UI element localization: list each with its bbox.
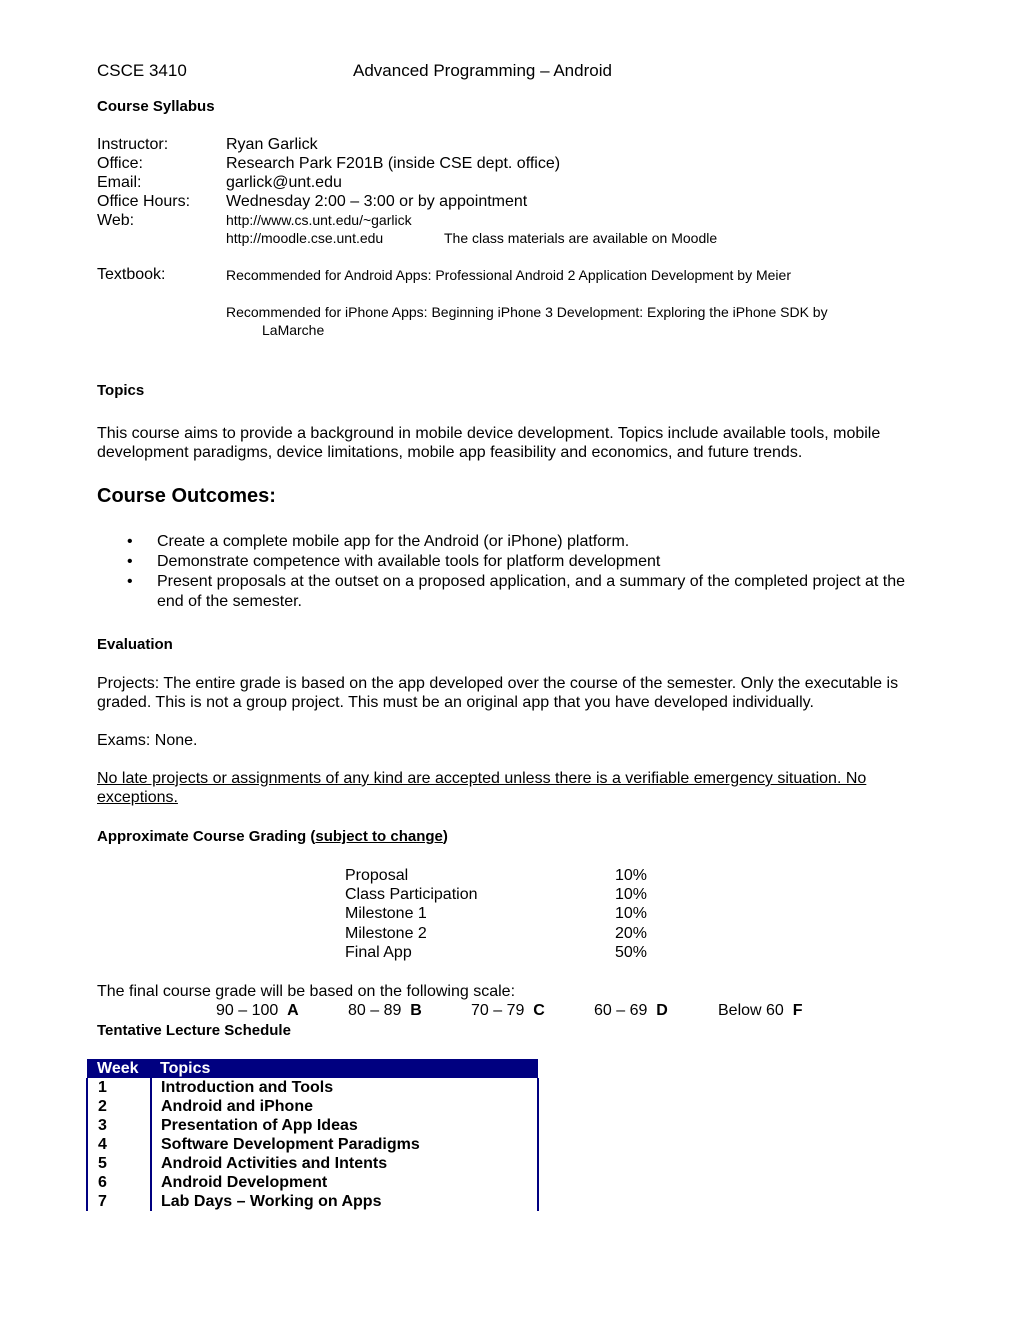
table-row: 7 Lab Days – Working on Apps — [86, 1192, 539, 1211]
office-value: Research Park F201B (inside CSE dept. of… — [226, 155, 561, 172]
scale-letter: D — [656, 1002, 668, 1019]
topic-cell: Android Activities and Intents — [150, 1154, 539, 1173]
schedule-table: Week Topics 1 Introduction and Tools 2 A… — [86, 1059, 539, 1211]
bullet-icon: • — [127, 553, 133, 570]
scale-range: 80 – 89 — [348, 1002, 402, 1019]
table-row: 4 Software Development Paradigms — [86, 1135, 539, 1154]
list-item: • Demonstrate competence with available … — [127, 552, 927, 572]
web-note: The class materials are available on Moo… — [444, 230, 718, 246]
topic-cell: Software Development Paradigms — [150, 1135, 539, 1154]
textbook-iphone-line2: LaMarche — [262, 322, 325, 338]
scale-item: Below 60 F — [718, 1002, 803, 1020]
week-cell: 2 — [86, 1097, 152, 1116]
grading-row: Milestone 1 10% — [345, 904, 655, 923]
week-cell: 1 — [86, 1078, 152, 1097]
grading-item-percent: 10% — [615, 886, 648, 904]
instructor-label: Instructor: — [97, 136, 169, 153]
grading-item-percent: 10% — [615, 867, 648, 884]
scale-item: 80 – 89 B — [348, 1002, 422, 1020]
scale-letter: A — [287, 1002, 299, 1019]
scale-range: 60 – 69 — [594, 1002, 648, 1019]
list-item: • Create a complete mobile app for the A… — [127, 532, 927, 552]
grading-item-percent: 10% — [615, 905, 648, 923]
evaluation-heading: Evaluation — [97, 636, 173, 653]
week-cell: 6 — [86, 1173, 152, 1192]
grading-row: Final App 50% — [345, 943, 655, 962]
list-item: • Present proposals at the outset on a p… — [127, 572, 927, 612]
textbook-android: Recommended for Android Apps: Profession… — [226, 267, 791, 283]
bullet-icon: • — [127, 533, 133, 550]
office-label: Office: — [97, 155, 143, 172]
scale-letter: C — [533, 1002, 545, 1019]
evaluation-projects: Projects: The entire grade is based on t… — [97, 675, 899, 711]
bullet-icon: • — [127, 573, 133, 590]
table-row: 5 Android Activities and Intents — [86, 1154, 539, 1173]
grading-row: Milestone 2 20% — [345, 924, 655, 943]
scale-range: Below 60 — [718, 1002, 784, 1019]
table-row: 6 Android Development — [86, 1173, 539, 1192]
web-link-personal[interactable]: http://www.cs.unt.edu/~garlick — [226, 212, 412, 228]
week-cell: 5 — [86, 1154, 152, 1173]
topic-cell: Android Development — [150, 1173, 539, 1192]
week-cell: 3 — [86, 1116, 152, 1135]
scale-letter: B — [410, 1002, 422, 1019]
scale-range: 90 – 100 — [216, 1002, 279, 1019]
scale-item: 70 – 79 C — [471, 1002, 545, 1020]
grading-heading-prefix: Approximate Course Grading ( — [97, 828, 316, 845]
grading-item-percent: 50% — [615, 943, 648, 961]
grading-row: Proposal 10% — [345, 866, 655, 885]
grading-item-name: Class Participation — [345, 886, 478, 904]
web-link-moodle[interactable]: http://moodle.cse.unt.edu — [226, 230, 383, 246]
course-code: CSCE 3410 — [97, 61, 187, 80]
week-cell: 4 — [86, 1135, 152, 1154]
scale-item: 60 – 69 D — [594, 1002, 668, 1020]
grading-breakdown: Proposal 10% Class Participation 10% Mil… — [345, 866, 655, 962]
page-subtitle: Course Syllabus — [97, 98, 215, 115]
table-row: 2 Android and iPhone — [86, 1097, 539, 1116]
topics-heading: Topics — [97, 382, 145, 399]
textbook-label: Textbook: — [97, 266, 166, 283]
topics-body: This course aims to provide a background… — [97, 425, 881, 461]
scale-range: 70 – 79 — [471, 1002, 525, 1019]
table-row: 1 Introduction and Tools — [86, 1078, 539, 1097]
outcomes-heading: Course Outcomes: — [97, 485, 276, 507]
grading-item-name: Milestone 2 — [345, 924, 427, 942]
topic-cell: Android and iPhone — [150, 1097, 539, 1116]
scale-letter: F — [792, 1002, 803, 1019]
web-label: Web: — [97, 212, 135, 229]
outcomes-list: • Create a complete mobile app for the A… — [127, 532, 927, 612]
scale-item: 90 – 100 A — [216, 1002, 299, 1020]
outcome-text: Create a complete mobile app for the And… — [157, 533, 630, 550]
email-label: Email: — [97, 174, 142, 191]
table-row: 3 Presentation of App Ideas — [86, 1116, 539, 1135]
textbook-iphone-line1: Recommended for iPhone Apps: Beginning i… — [226, 304, 828, 320]
scale-intro: The final course grade will be based on … — [97, 983, 516, 1000]
office-hours-value: Wednesday 2:00 – 3:00 or by appointment — [226, 193, 528, 210]
course-title: Advanced Programming – Android — [353, 61, 612, 80]
week-cell: 7 — [86, 1192, 152, 1211]
outcome-text: Demonstrate competence with available to… — [157, 553, 661, 570]
grading-row: Class Participation 10% — [345, 885, 655, 904]
topic-cell: Introduction and Tools — [150, 1078, 539, 1097]
grading-heading: Approximate Course Grading (subject to c… — [97, 828, 448, 845]
email-link[interactable]: garlick@unt.edu — [226, 174, 342, 192]
instructor-value: Ryan Garlick — [226, 136, 318, 153]
table-header-row: Week Topics — [87, 1059, 538, 1078]
topic-cell: Lab Days – Working on Apps — [150, 1192, 539, 1211]
office-hours-label: Office Hours: — [97, 193, 191, 210]
grading-item-name: Milestone 1 — [345, 905, 427, 923]
column-header-topics: Topics — [151, 1059, 538, 1078]
evaluation-exams: Exams: None. — [97, 732, 198, 749]
grading-item-percent: 20% — [615, 924, 648, 942]
outcome-text: Present proposals at the outset on a pro… — [157, 573, 906, 610]
column-header-week: Week — [87, 1059, 151, 1078]
grading-heading-suffix: ) — [442, 828, 448, 845]
schedule-heading: Tentative Lecture Schedule — [97, 1022, 291, 1039]
subject-to-change-link[interactable]: subject to change — [315, 828, 443, 845]
grading-item-name: Proposal — [345, 867, 409, 884]
late-policy: No late projects or assignments of any k… — [97, 770, 867, 806]
topic-cell: Presentation of App Ideas — [150, 1116, 539, 1135]
grading-item-name: Final App — [345, 943, 412, 961]
